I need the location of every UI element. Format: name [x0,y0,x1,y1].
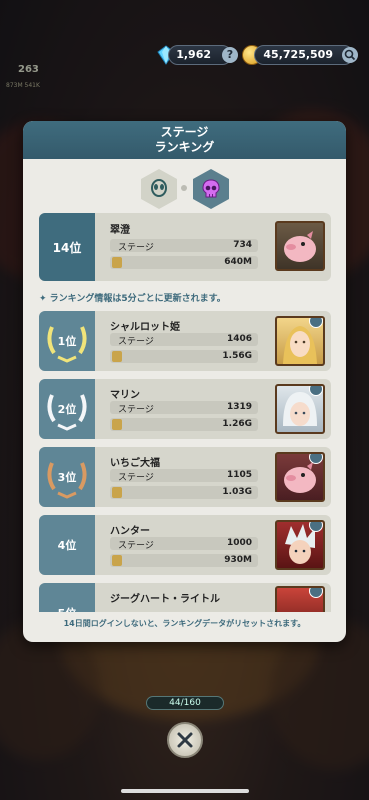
rank-3-power-row: 1.03G [110,486,258,499]
rank-5-name: ジーグハート・ライトル [110,594,220,605]
my-name: 翠澄 [110,225,130,236]
rank-1-label: 1位 [57,335,77,348]
close-button[interactable] [167,722,203,758]
power-icon [112,555,122,566]
panel-title-line1: ステージ [160,125,209,139]
rank-2-name: マリン [110,390,140,401]
panel-header: ステージ ランキング [23,121,346,159]
rank-3-avatar[interactable] [275,452,325,502]
player-level: 263 [18,64,39,75]
rank-3-name: いちご大福 [110,458,160,469]
rank-2-label: 2位 [57,403,77,416]
ranking-row: 1位 シャルロット姫 ステージ 1406 1.56G [39,311,331,371]
ranking-row: 4位 ハンター ステージ 1000 930M [39,515,331,575]
view-profile-icon[interactable] [309,588,323,598]
rank-4-label: 4位 [57,539,77,552]
my-rank-card: 14位 翠澄 ステージ 734 640M [39,213,331,281]
reset-warning: 14日間ログインしないと、ランキングデータがリセットされます。 [63,619,306,628]
rank-1-power-row: 1.56G [110,350,258,363]
rank-badge-gold: 1位 [39,311,95,371]
my-avatar[interactable] [275,221,325,271]
ranking-tabs [23,169,346,209]
rank-1-name: シャルロット姫 [110,322,180,333]
rank-2-stage-row: ステージ 1319 [110,401,258,415]
stage-label: ステージ [118,243,154,253]
rank-badge-bronze: 3位 [39,447,95,507]
rank-1-avatar[interactable] [275,316,325,366]
my-power-row: 640M [110,256,258,269]
currency-bar: 1,962 ? 45,725,509 [0,45,369,67]
player-stats: 873M 541K [6,82,40,89]
gold-count: 45,725,509 [263,48,333,61]
rank-3-stage-row: ステージ 1105 [110,469,258,483]
my-stage-row: ステージ 734 [110,239,258,253]
my-power-value: 640M [224,257,252,267]
rank-badge: 4位 [39,515,95,575]
skull-icon [202,179,220,198]
rank-3-stage-value: 1105 [226,470,252,480]
rank-4-stage-row: ステージ 1000 [110,537,258,551]
my-stage-value: 734 [233,240,252,250]
rank-2-stage-value: 1319 [226,402,252,412]
my-rank: 14位 [39,213,95,281]
rank-2-avatar[interactable] [275,384,325,434]
stage-label: ステージ [118,541,154,551]
power-icon [112,487,122,498]
rank-badge-silver: 2位 [39,379,95,439]
close-icon [177,732,193,748]
energy-counter: 44/160 [146,696,224,710]
alien-head-icon [151,179,167,197]
tab-alien[interactable] [141,169,177,209]
rank-4-power-row: 930M [110,554,258,567]
power-icon [112,351,122,362]
gem-help-button[interactable]: ? [222,47,238,63]
ranking-row: 2位 マリン ステージ 1319 1.26G [39,379,331,439]
rank-3-power-value: 1.03G [222,487,252,497]
gold-search-button[interactable] [342,47,358,63]
stage-label: ステージ [118,473,154,483]
rank-4-power-value: 930M [224,555,252,565]
stage-ranking-panel: ステージ ランキング 14位 翠澄 ステージ 734 640M ✦ ランキング情… [23,121,346,642]
rank-1-stage-row: ステージ 1406 [110,333,258,347]
tab-separator [181,185,187,191]
update-info: ✦ ランキング情報は5分ごとに更新されます。 [39,294,226,304]
rank-badge: 5位 [39,583,95,612]
pig-avatar-icon [284,231,316,262]
rank-4-stage-value: 1000 [226,538,252,548]
rank-2-power-value: 1.26G [222,419,252,429]
rank-4-avatar[interactable] [275,520,325,570]
panel-title-line2: ランキング [154,140,215,154]
rank-1-stage-value: 1406 [226,334,252,344]
power-icon [112,257,122,268]
home-indicator[interactable] [121,789,249,793]
gem-count: 1,962 [176,48,211,61]
stage-label: ステージ [118,337,154,347]
energy-value: 44/160 [169,698,201,708]
rank-5-avatar[interactable] [275,586,325,612]
gold-counter: 45,725,509 [254,45,354,65]
rank-5-label: 5位 [58,605,77,612]
rank-4-name: ハンター [110,526,150,537]
rank-1-power-value: 1.56G [222,351,252,361]
ranking-list[interactable]: 1位 シャルロット姫 ステージ 1406 1.56G 2位 マリン ステージ 1… [39,311,331,612]
rank-2-power-row: 1.26G [110,418,258,431]
tab-skull[interactable] [193,169,229,209]
ranking-row: 5位 ジーグハート・ライトル [39,583,331,612]
power-icon [112,419,122,430]
rank-3-label: 3位 [57,471,77,484]
magnifier-icon [344,49,356,61]
ranking-row: 3位 いちご大福 ステージ 1105 1.03G [39,447,331,507]
stage-label: ステージ [118,405,154,415]
